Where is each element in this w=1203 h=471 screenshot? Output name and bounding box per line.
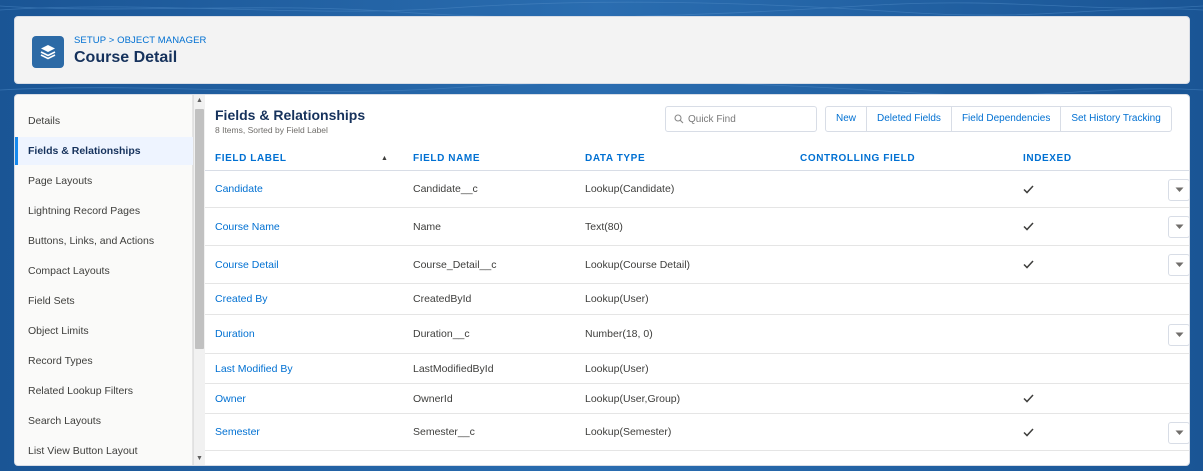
sidebar-item-compact-layouts[interactable]: Compact Layouts — [15, 257, 193, 285]
scroll-up-icon[interactable]: ▲ — [196, 97, 203, 104]
section-title: Fields & Relationships — [215, 107, 366, 123]
field-name-cell: OwnerId — [413, 392, 453, 405]
field-label-link[interactable]: Owner — [215, 384, 246, 413]
table-row: Last Modified By LastModifiedById Lookup(U… — [205, 354, 1189, 384]
fields-content: Fields & Relationships 8 Items, Sorted b… — [205, 95, 1189, 465]
indexed-check-icon — [1023, 208, 1034, 245]
column-header-data-type[interactable]: DATA TYPE — [585, 147, 645, 171]
page-title: Course Detail — [74, 49, 178, 66]
sidebar-item-fields-relationships[interactable]: Fields & Relationships — [15, 137, 193, 165]
data-type-cell: Lookup(Semester) — [585, 426, 672, 438]
table-row: Candidate Candidate__c Lookup(Candidate) — [205, 171, 1189, 208]
section-subtitle: 8 Items, Sorted by Field Label — [215, 125, 328, 135]
sort-ascending-icon[interactable]: ▲ — [381, 147, 388, 171]
data-type-cell: Lookup(User) — [585, 362, 649, 375]
breadcrumb[interactable]: SETUP > OBJECT MANAGER — [74, 35, 207, 46]
field-name-cell: Candidate__c — [413, 183, 478, 195]
data-type-cell: Lookup(Course Detail) — [585, 258, 691, 271]
indexed-check-icon — [1023, 384, 1034, 413]
field-label-link[interactable]: Duration — [215, 315, 255, 353]
field-label-link[interactable]: Semester — [215, 414, 260, 450]
column-header-indexed[interactable]: INDEXED — [1023, 147, 1072, 171]
indexed-check-icon — [1023, 171, 1034, 207]
field-name-cell: Semester__c — [413, 426, 475, 438]
row-actions-dropdown-icon[interactable] — [1168, 422, 1189, 444]
data-type-cell: Text(80) — [585, 220, 623, 233]
row-actions-dropdown-icon[interactable] — [1168, 254, 1189, 276]
table-row: Created By CreatedById Lookup(User) — [205, 284, 1189, 315]
quick-find-input[interactable] — [688, 113, 808, 125]
sidebar-item-list-view-button-layout[interactable]: List View Button Layout — [15, 437, 193, 465]
row-actions-dropdown-icon[interactable] — [1168, 179, 1189, 201]
scroll-down-icon[interactable]: ▼ — [196, 455, 203, 462]
table-row: Duration Duration__c Number(18, 0) — [205, 315, 1189, 354]
sidebar-item-related-lookup-filters[interactable]: Related Lookup Filters — [15, 377, 193, 405]
sidebar-item-page-layouts[interactable]: Page Layouts — [15, 167, 193, 195]
table-row: Owner OwnerId Lookup(User,Group) — [205, 384, 1189, 414]
sidebar-item-lightning-record-pages[interactable]: Lightning Record Pages — [15, 197, 193, 225]
table-header: FIELD LABEL ▲ FIELD NAME DATA TYPE CONTR… — [205, 147, 1189, 171]
sidebar-item-record-types[interactable]: Record Types — [15, 347, 193, 375]
data-type-cell: Lookup(User) — [585, 293, 649, 305]
row-actions-dropdown-icon[interactable] — [1168, 324, 1189, 346]
data-type-cell: Lookup(User,Group) — [585, 392, 681, 405]
field-dependencies-button[interactable]: Field Dependencies — [952, 107, 1062, 131]
new-button[interactable]: New — [826, 107, 868, 131]
column-header-field-label[interactable]: FIELD LABEL — [215, 147, 287, 171]
main-panel: Details Fields & Relationships Page Layo… — [14, 94, 1190, 466]
sidebar-item-search-layouts[interactable]: Search Layouts — [15, 407, 193, 435]
field-label-link[interactable]: Candidate — [215, 171, 263, 207]
deleted-fields-button[interactable]: Deleted Fields — [867, 107, 952, 131]
table-row: Course Name Name Text(80) — [205, 208, 1189, 246]
field-name-cell: LastModifiedById — [413, 362, 494, 375]
scroll-thumb[interactable] — [195, 109, 204, 349]
quick-find-box[interactable] — [665, 106, 817, 132]
sidebar-item-object-limits[interactable]: Object Limits — [15, 317, 193, 345]
column-header-controlling-field[interactable]: CONTROLLING FIELD — [800, 147, 915, 171]
field-name-cell: Name — [413, 220, 442, 233]
column-header-field-name[interactable]: FIELD NAME — [413, 147, 480, 171]
toolbar-button-group: New Deleted Fields Field Dependencies Se… — [825, 106, 1172, 132]
field-name-cell: CreatedById — [413, 293, 472, 305]
field-name-cell: Course_Detail__c — [413, 258, 497, 271]
sidebar-item-field-sets[interactable]: Field Sets — [15, 287, 193, 315]
table-row: Course Detail Course_Detail__c Lookup(Cour… — [205, 246, 1189, 284]
row-actions-dropdown-icon[interactable] — [1168, 216, 1189, 238]
sidebar-scrollbar[interactable]: ▲ ▼ — [193, 95, 205, 465]
table-row: Semester Semester__c Lookup(Semester) — [205, 414, 1189, 451]
indexed-check-icon — [1023, 414, 1034, 450]
sidebar-item-buttons-links-actions[interactable]: Buttons, Links, and Actions — [15, 227, 193, 255]
data-type-cell: Lookup(Candidate) — [585, 183, 675, 195]
field-label-link[interactable]: Course Name — [215, 208, 280, 245]
sidebar: Details Fields & Relationships Page Layo… — [15, 95, 193, 465]
search-icon — [674, 114, 684, 124]
object-header: SETUP > OBJECT MANAGER Course Detail — [14, 16, 1190, 84]
layers-icon — [32, 36, 64, 68]
data-type-cell: Number(18, 0) — [585, 328, 653, 340]
field-name-cell: Duration__c — [413, 328, 470, 340]
indexed-check-icon — [1023, 246, 1034, 283]
field-label-link[interactable]: Created By — [215, 284, 268, 314]
field-label-link[interactable]: Last Modified By — [215, 354, 293, 383]
set-history-tracking-button[interactable]: Set History Tracking — [1061, 107, 1170, 131]
field-label-link[interactable]: Course Detail — [215, 246, 279, 283]
sidebar-item-details[interactable]: Details — [15, 107, 193, 135]
